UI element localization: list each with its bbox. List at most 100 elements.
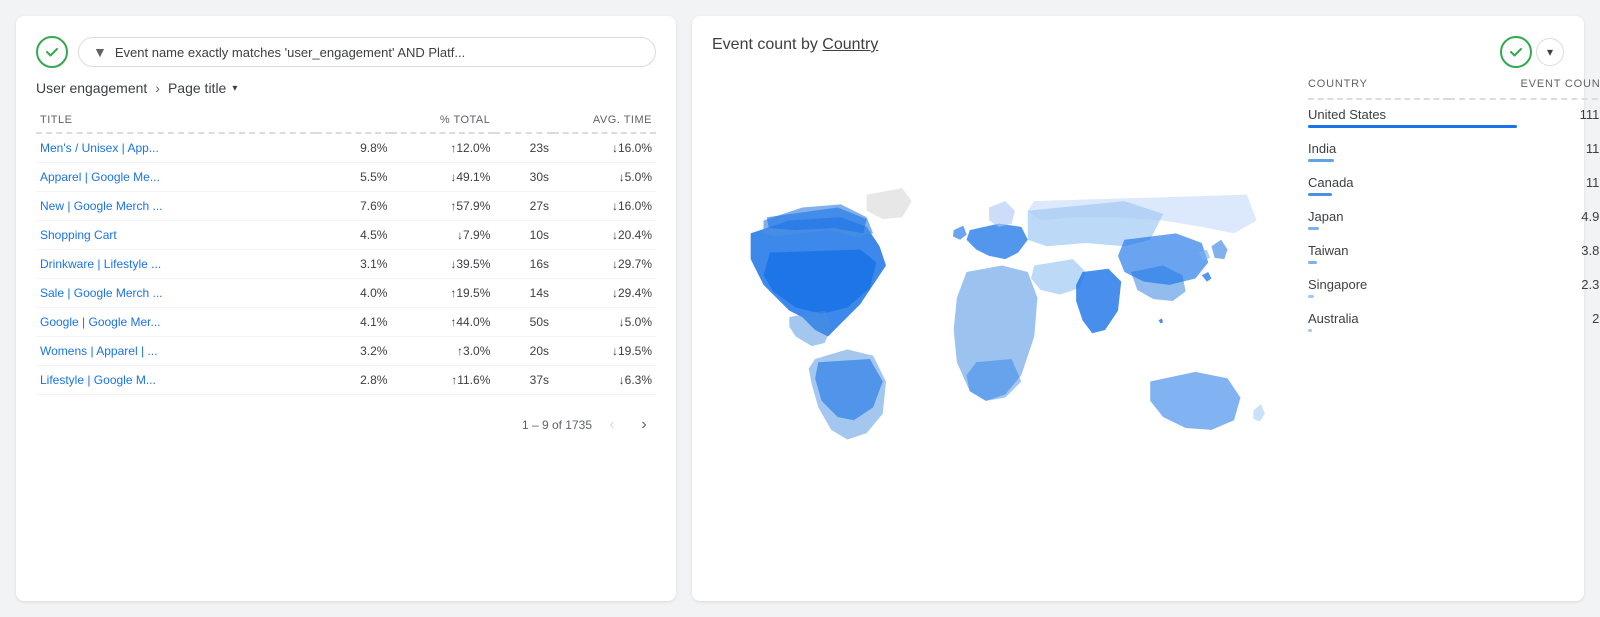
country-bar-row (1308, 158, 1600, 168)
country-bar-cell (1308, 192, 1600, 202)
country-bar (1308, 159, 1334, 162)
table-row[interactable]: Drinkware | Lifestyle ... 3.1% ↓39.5% 16… (36, 250, 656, 279)
country-bar-row (1308, 124, 1600, 134)
row-time-change: ↓5.0% (553, 308, 656, 337)
right-check-icon[interactable] (1500, 36, 1532, 68)
row-time: 23s (494, 133, 553, 163)
row-pct: 9.8% (316, 133, 392, 163)
country-bar (1308, 227, 1319, 230)
country-value: 11K (1449, 168, 1600, 192)
row-time-change: ↓19.5% (553, 337, 656, 366)
country-bar-cell (1308, 260, 1600, 270)
row-pct-change: ↑57.9% (391, 192, 494, 221)
chart-title-country: Country (822, 36, 878, 53)
country-name: India (1308, 134, 1449, 158)
filter-icon: ▼ (93, 44, 107, 60)
country-bar-cell (1308, 328, 1600, 338)
table-row[interactable]: Apparel | Google Me... 5.5% ↓49.1% 30s ↓… (36, 163, 656, 192)
row-title: Shopping Cart (36, 221, 316, 250)
row-pct-change: ↑12.0% (391, 133, 494, 163)
country-value: 3.8K (1449, 236, 1600, 260)
row-pct: 3.2% (316, 337, 392, 366)
country-row[interactable]: United States 111K (1308, 99, 1600, 124)
table-row[interactable]: Google | Google Mer... 4.1% ↑44.0% 50s ↓… (36, 308, 656, 337)
prev-page-button[interactable]: ‹ (600, 413, 624, 437)
country-bar-row (1308, 192, 1600, 202)
country-bar-cell (1308, 124, 1600, 134)
filter-check-icon[interactable] (36, 36, 68, 68)
country-name: Singapore (1308, 270, 1449, 294)
chart-title: Event count by Country (712, 36, 878, 54)
row-pct: 7.6% (316, 192, 392, 221)
right-controls: ▾ (1500, 36, 1564, 68)
country-value: 2K (1449, 304, 1600, 328)
country-table: COUNTRY EVENT COUNT United States 111K I… (1308, 78, 1600, 338)
country-bar-row (1308, 328, 1600, 338)
chevron-right-icon: › (155, 80, 160, 96)
page-title-table: TITLE % TOTAL AVG. TIME Men's / Unisex |… (36, 108, 656, 395)
row-title: New | Google Merch ... (36, 192, 316, 221)
row-time-change: ↓16.0% (553, 192, 656, 221)
row-pct: 4.0% (316, 279, 392, 308)
row-pct-change: ↓7.9% (391, 221, 494, 250)
col-title: TITLE (36, 108, 316, 133)
row-time-change: ↓16.0% (553, 133, 656, 163)
country-name: United States (1308, 99, 1449, 124)
row-time-change: ↓5.0% (553, 163, 656, 192)
country-bar (1308, 329, 1312, 332)
row-time: 20s (494, 337, 553, 366)
table-row[interactable]: New | Google Merch ... 7.6% ↑57.9% 27s ↓… (36, 192, 656, 221)
pagination-label: 1 – 9 of 1735 (522, 418, 592, 432)
right-header: Event count by Country ▾ (712, 36, 1564, 68)
filter-row: ▼ Event name exactly matches 'user_engag… (36, 36, 656, 68)
country-name: Taiwan (1308, 236, 1449, 260)
country-row[interactable]: Taiwan 3.8K (1308, 236, 1600, 260)
filter-pill[interactable]: ▼ Event name exactly matches 'user_engag… (78, 37, 656, 67)
world-map (712, 78, 1292, 581)
country-bar-cell (1308, 294, 1600, 304)
row-pct-change: ↑19.5% (391, 279, 494, 308)
row-pct-change: ↑44.0% (391, 308, 494, 337)
country-value: 4.9K (1449, 202, 1600, 226)
row-pct: 5.5% (316, 163, 392, 192)
country-bar (1308, 193, 1332, 196)
col-pct-total: % TOTAL (316, 108, 495, 133)
country-value: 2.3K (1449, 270, 1600, 294)
row-time-change: ↓29.4% (553, 279, 656, 308)
next-page-button[interactable]: › (632, 413, 656, 437)
row-time: 16s (494, 250, 553, 279)
row-pct-change: ↓39.5% (391, 250, 494, 279)
event-col-header: EVENT COUNT (1449, 78, 1600, 99)
country-row[interactable]: Singapore 2.3K (1308, 270, 1600, 294)
pagination: 1 – 9 of 1735 ‹ › (36, 413, 656, 437)
row-time: 37s (494, 366, 553, 395)
row-title: Lifestyle | Google M... (36, 366, 316, 395)
dropdown-arrow-icon: ▾ (232, 83, 237, 94)
chart-dropdown-button[interactable]: ▾ (1536, 38, 1564, 66)
country-row[interactable]: Canada 11K (1308, 168, 1600, 192)
country-value: 111K (1449, 99, 1600, 124)
table-row[interactable]: Womens | Apparel | ... 3.2% ↑3.0% 20s ↓1… (36, 337, 656, 366)
table-row[interactable]: Men's / Unisex | App... 9.8% ↑12.0% 23s … (36, 133, 656, 163)
row-pct-change: ↑3.0% (391, 337, 494, 366)
breadcrumb-parent[interactable]: User engagement (36, 80, 147, 96)
country-bar (1308, 261, 1317, 264)
country-row[interactable]: Japan 4.9K (1308, 202, 1600, 226)
row-time: 50s (494, 308, 553, 337)
country-row[interactable]: Australia 2K (1308, 304, 1600, 328)
country-col-header: COUNTRY (1308, 78, 1449, 99)
map-area: COUNTRY EVENT COUNT United States 111K I… (712, 78, 1564, 581)
table-row[interactable]: Sale | Google Merch ... 4.0% ↑19.5% 14s … (36, 279, 656, 308)
table-row[interactable]: Lifestyle | Google M... 2.8% ↑11.6% 37s … (36, 366, 656, 395)
right-panel: Event count by Country ▾ (692, 16, 1584, 601)
chart-title-prefix: Event count by (712, 36, 822, 53)
breadcrumb: User engagement › Page title ▾ (36, 80, 656, 96)
row-title: Sale | Google Merch ... (36, 279, 316, 308)
country-bar-row (1308, 226, 1600, 236)
country-row[interactable]: India 11K (1308, 134, 1600, 158)
row-title: Womens | Apparel | ... (36, 337, 316, 366)
breadcrumb-current-label: Page title (168, 80, 226, 96)
breadcrumb-current[interactable]: Page title ▾ (168, 80, 237, 96)
table-row[interactable]: Shopping Cart 4.5% ↓7.9% 10s ↓20.4% (36, 221, 656, 250)
col-avg-time: AVG. TIME (494, 108, 656, 133)
